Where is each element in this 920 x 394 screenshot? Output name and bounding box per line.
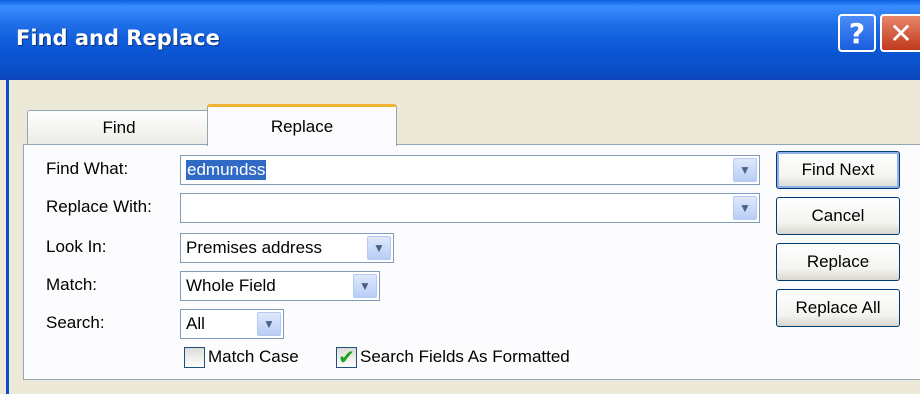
checkmark-icon: ✔ xyxy=(338,347,355,369)
replace-with-combo[interactable]: ▼ xyxy=(180,193,760,223)
replace-all-button[interactable]: Replace All xyxy=(776,289,900,327)
match-value: Whole Field xyxy=(186,276,276,295)
title-bar[interactable]: Find and Replace ? ✕ xyxy=(0,0,920,80)
chevron-down-icon[interactable]: ▼ xyxy=(257,312,281,336)
look-in-combo[interactable]: Premises address ▼ xyxy=(180,233,394,263)
find-what-label: Find What: xyxy=(46,159,129,178)
search-formatted-label[interactable]: Search Fields As Formatted xyxy=(360,347,570,367)
tab-replace[interactable]: Replace xyxy=(207,104,397,146)
replace-panel: Find What: edmundss ▼ Replace With: ▼ Lo… xyxy=(23,144,920,380)
dialog-body: Find Replace Find What: edmundss ▼ Repla… xyxy=(6,80,920,394)
find-what-combo[interactable]: edmundss ▼ xyxy=(180,155,760,185)
close-button[interactable]: ✕ xyxy=(880,14,920,52)
search-value: All xyxy=(186,314,205,333)
look-in-value: Premises address xyxy=(186,238,323,257)
match-case-checkbox[interactable] xyxy=(184,347,205,368)
search-label: Search: xyxy=(46,313,105,332)
match-case-label[interactable]: Match Case xyxy=(208,347,299,367)
replace-button[interactable]: Replace xyxy=(776,243,900,281)
tab-find-label: Find xyxy=(102,118,136,137)
match-combo[interactable]: Whole Field ▼ xyxy=(180,271,380,301)
search-combo[interactable]: All ▼ xyxy=(180,309,284,339)
help-icon: ? xyxy=(848,16,866,50)
match-label: Match: xyxy=(46,275,98,294)
tab-replace-label: Replace xyxy=(270,116,334,136)
find-what-value[interactable]: edmundss xyxy=(186,160,267,180)
replace-with-label: Replace With: xyxy=(46,197,152,216)
window-title: Find and Replace xyxy=(16,26,220,50)
tab-find[interactable]: Find xyxy=(27,110,211,145)
find-next-button[interactable]: Find Next xyxy=(776,151,900,189)
help-button[interactable]: ? xyxy=(838,14,876,52)
chevron-down-icon[interactable]: ▼ xyxy=(353,274,377,298)
chevron-down-icon[interactable]: ▼ xyxy=(367,236,391,260)
chevron-down-icon[interactable]: ▼ xyxy=(733,158,757,182)
cancel-button[interactable]: Cancel xyxy=(776,197,900,235)
close-icon: ✕ xyxy=(889,16,913,50)
chevron-down-icon[interactable]: ▼ xyxy=(733,196,757,220)
search-formatted-checkbox[interactable]: ✔ xyxy=(336,347,357,369)
find-replace-dialog: Find and Replace ? ✕ Find Replace Find W… xyxy=(0,0,920,394)
look-in-label: Look In: xyxy=(46,237,107,256)
